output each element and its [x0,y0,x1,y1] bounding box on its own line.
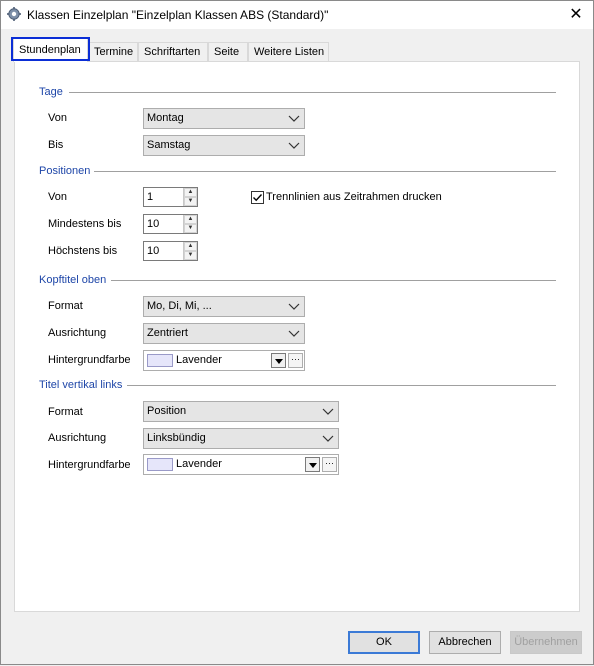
color-swatch [147,458,173,471]
chevron-down-icon [288,142,300,149]
combo-value: Linksbündig [147,432,206,444]
titel-format-label: Format [48,406,83,418]
stepper-down-icon[interactable]: ▼ [184,251,197,260]
color-name: Lavender [176,458,222,470]
hoechstens-bis-label: Höchstens bis [48,245,118,257]
titel-hintergrund-picker[interactable]: Lavender ··· [143,454,339,475]
combo-value: Samstag [147,139,191,151]
chevron-down-icon [322,408,334,415]
chevron-down-icon [288,115,300,122]
chevron-down-icon [322,435,334,442]
tage-bis-label: Bis [48,139,64,151]
stepper-down-icon[interactable]: ▼ [184,224,197,233]
stepper-buttons: ▲ ▼ [183,215,197,233]
stepper-buttons: ▲ ▼ [183,242,197,260]
stepper-up-icon[interactable]: ▲ [184,242,197,251]
positionen-von-label: Von [48,191,67,203]
titel-hintergrund-label: Hintergrundfarbe [48,459,131,471]
dropdown-arrow-icon[interactable] [271,353,286,368]
dialog-window: Klassen Einzelplan "Einzelplan Klassen A… [0,0,594,665]
titel-format-select[interactable]: Position [143,401,339,422]
section-title-kopftitel: Kopftitel oben [39,274,107,286]
separator [111,280,556,281]
tage-von-select[interactable]: Montag [143,108,305,129]
mindestens-bis-label: Mindestens bis [48,218,122,230]
more-options-button[interactable]: ··· [322,457,337,472]
titel-ausrichtung-select[interactable]: Linksbündig [143,428,339,449]
hoechstens-bis-stepper[interactable]: 10 ▲ ▼ [143,241,198,261]
kopftitel-ausrichtung-select[interactable]: Zentriert [143,323,305,344]
kopftitel-format-label: Format [48,300,83,312]
combo-value: Position [147,405,187,417]
stepper-value: 1 [147,191,154,203]
trennlinien-checkbox[interactable] [251,191,264,204]
section-title-tage: Tage [39,86,63,98]
stepper-value: 10 [147,218,160,230]
section-title-positionen: Positionen [39,165,91,177]
separator [94,171,556,172]
titel-ausrichtung-label: Ausrichtung [48,432,107,444]
combo-value: Mo, Di, Mi, ... [147,300,212,312]
stepper-up-icon[interactable]: ▲ [184,188,197,197]
kopftitel-ausrichtung-label: Ausrichtung [48,327,107,339]
kopftitel-hintergrund-picker[interactable]: Lavender ··· [143,350,305,371]
separator [127,385,556,386]
checkmark-icon [253,194,263,202]
combo-value: Montag [147,112,184,124]
chevron-down-icon [288,303,300,310]
separator [69,92,556,93]
more-options-button[interactable]: ··· [288,353,303,368]
stepper-value: 10 [147,245,160,257]
trennlinien-label[interactable]: Trennlinien aus Zeitrahmen drucken [266,191,442,203]
mindestens-bis-stepper[interactable]: 10 ▲ ▼ [143,214,198,234]
stepper-down-icon[interactable]: ▼ [184,197,197,206]
tage-von-label: Von [48,112,67,124]
tage-bis-select[interactable]: Samstag [143,135,305,156]
dropdown-arrow-icon[interactable] [305,457,320,472]
combo-value: Zentriert [147,327,188,339]
section-title-titel-vertikal: Titel vertikal links [39,379,123,391]
stepper-buttons: ▲ ▼ [183,188,197,206]
kopftitel-hintergrund-label: Hintergrundfarbe [48,354,131,366]
kopftitel-format-select[interactable]: Mo, Di, Mi, ... [143,296,305,317]
stepper-up-icon[interactable]: ▲ [184,215,197,224]
positionen-von-stepper[interactable]: 1 ▲ ▼ [143,187,198,207]
chevron-down-icon [288,330,300,337]
color-swatch [147,354,173,367]
color-name: Lavender [176,354,222,366]
